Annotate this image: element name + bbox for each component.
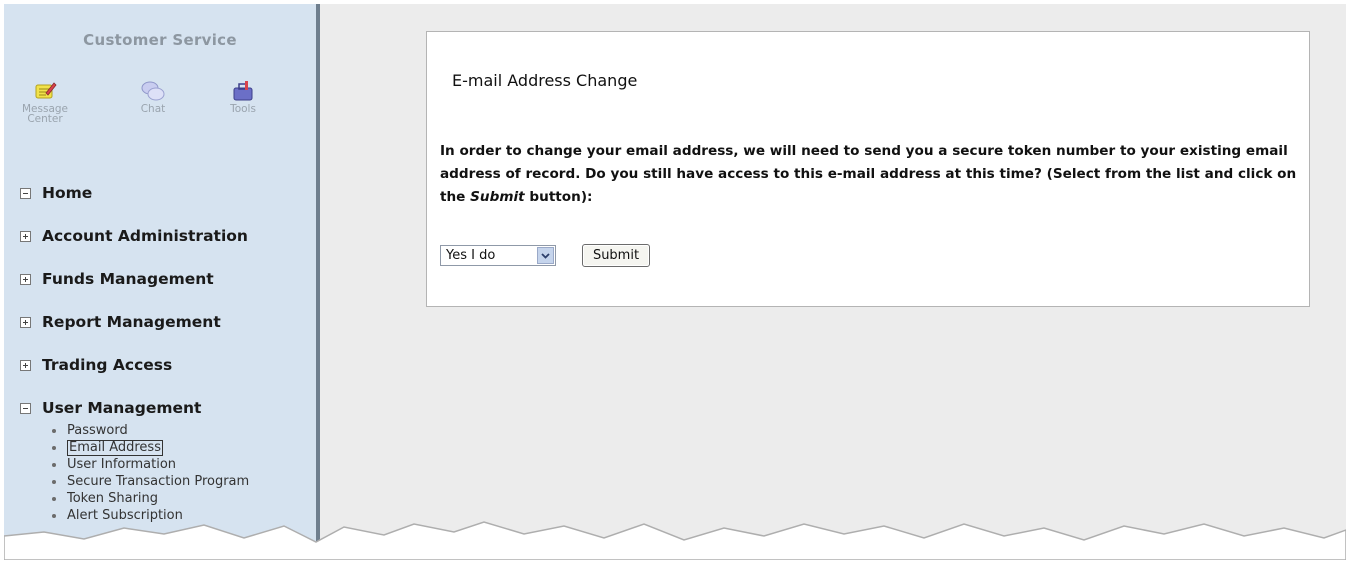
dropdown-arrow-icon[interactable] xyxy=(537,247,554,264)
submenu-item-secure-transaction-program[interactable]: Secure Transaction Program xyxy=(52,473,249,490)
expand-icon[interactable] xyxy=(20,317,31,328)
submenu-label[interactable]: Token Sharing xyxy=(67,491,158,506)
tools-button[interactable]: Tools xyxy=(214,80,272,114)
submenu-item-token-sharing[interactable]: Token Sharing xyxy=(52,490,249,507)
nav-label: Funds Management xyxy=(42,270,214,288)
access-select[interactable]: Yes I do xyxy=(440,245,556,266)
expand-icon[interactable] xyxy=(20,231,31,242)
bullet-icon xyxy=(52,445,56,450)
submenu-label[interactable]: Password xyxy=(67,423,128,438)
email-change-panel: E-mail Address Change In order to change… xyxy=(426,31,1310,307)
message-center-icon xyxy=(35,82,57,99)
message-center-button[interactable]: Message Center xyxy=(16,80,74,124)
sidebar-nav: Home Account Administration Funds Manage… xyxy=(18,184,314,442)
submenu-item-email-address[interactable]: Email Address xyxy=(52,439,249,456)
nav-label: Report Management xyxy=(42,313,221,331)
customer-service-title: Customer Service xyxy=(83,31,237,49)
sidebar: Customer Service Message Center Chat Too… xyxy=(4,4,320,560)
instructions-emphasis: Submit xyxy=(470,189,525,205)
nav-label: Home xyxy=(42,184,93,202)
submit-button[interactable]: Submit xyxy=(582,244,650,267)
nav-item-trading-access[interactable]: Trading Access xyxy=(18,356,314,399)
bullet-icon xyxy=(52,496,56,501)
chat-label: Chat xyxy=(140,103,166,115)
chat-button[interactable]: Chat xyxy=(124,80,182,114)
submenu-item-user-information[interactable]: User Information xyxy=(52,456,249,473)
nav-item-home[interactable]: Home xyxy=(18,184,314,227)
user-management-submenu: Password Email Address User Information … xyxy=(52,422,249,524)
message-center-label-line2: Center xyxy=(27,113,63,125)
instructions-suffix: button): xyxy=(524,189,593,205)
access-select-value: Yes I do xyxy=(446,248,496,263)
screenshot-frame: Customer Service Message Center Chat Too… xyxy=(4,4,1346,560)
torn-edge-decoration xyxy=(4,521,1346,560)
nav-label: Account Administration xyxy=(42,227,248,245)
submenu-item-password[interactable]: Password xyxy=(52,422,249,439)
expand-icon[interactable] xyxy=(20,274,31,285)
submenu-label[interactable]: Secure Transaction Program xyxy=(67,474,249,489)
tools-icon xyxy=(233,81,253,101)
chevron-down-icon xyxy=(541,252,550,259)
bullet-icon xyxy=(52,479,56,484)
instructions-text: In order to change your email address, w… xyxy=(440,140,1300,209)
expand-icon[interactable] xyxy=(20,360,31,371)
bullet-icon xyxy=(52,428,56,433)
bullet-icon xyxy=(52,462,56,467)
submenu-label[interactable]: User Information xyxy=(67,457,176,472)
nav-item-funds-management[interactable]: Funds Management xyxy=(18,270,314,313)
tools-label: Tools xyxy=(230,103,256,115)
main-content: E-mail Address Change In order to change… xyxy=(320,4,1346,560)
page-title: E-mail Address Change xyxy=(452,71,638,90)
nav-item-account-administration[interactable]: Account Administration xyxy=(18,227,314,270)
nav-label: User Management xyxy=(42,399,202,417)
nav-label: Trading Access xyxy=(42,356,173,374)
collapse-icon[interactable] xyxy=(20,188,31,199)
collapse-icon[interactable] xyxy=(20,403,31,414)
submenu-label-active[interactable]: Email Address xyxy=(67,439,163,456)
chat-icon xyxy=(141,81,165,101)
nav-item-report-management[interactable]: Report Management xyxy=(18,313,314,356)
